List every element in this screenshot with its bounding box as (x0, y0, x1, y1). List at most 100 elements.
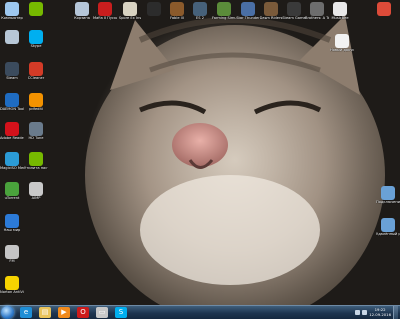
desktop-icon-adobe-reader[interactable]: Adobe Reader XI (0, 122, 24, 140)
clock[interactable]: 19:22 12.09.2016 (369, 307, 391, 317)
desktop-icon-label: Удалённый рабочий стол (376, 232, 400, 236)
desktop-icon-daemon-tools[interactable]: DAEMON Tools Lite (0, 93, 24, 111)
aimp-icon (29, 182, 43, 196)
desktop-icon-farming-sim[interactable]: Farming Simulator (212, 2, 236, 20)
desktop-icon-star-thunder[interactable]: Star Thunder (236, 2, 260, 20)
desktop-icon-label: Корзина (74, 16, 90, 20)
desktop-icon-document[interactable]: Новый документ (330, 34, 354, 52)
desktop-icon-label: ES 2 (196, 16, 204, 20)
desktop-icon-label: Norton AntiVirus (0, 290, 24, 294)
desktop-icon-label: Dawn Riders (259, 16, 283, 20)
adobe-reader-icon (5, 122, 19, 136)
recycle-bin-icon (5, 30, 19, 44)
desktop-icon-spore[interactable]: Spore Ex Ins (118, 2, 142, 20)
desktop-icon-recycle-bin[interactable] (0, 30, 24, 44)
mafia-icon (98, 2, 112, 16)
folder-manager-icon (5, 245, 19, 259)
skype-taskbar-icon[interactable]: S (115, 307, 127, 318)
recycle-bin-icon (75, 2, 89, 16)
desktop-icon-computer[interactable]: Компьютер (0, 2, 24, 20)
desktop-icon-skype[interactable]: Skype (24, 30, 48, 48)
desktop-icon-ccleaner[interactable]: CCleaner (24, 62, 48, 80)
game-icon (147, 2, 161, 16)
desktop-icon-steam-game[interactable]: Steam Game (282, 2, 306, 20)
desktop-icon-brothers[interactable]: Brothers: A Tale of Two Sons (305, 2, 329, 20)
volume-tray-icon[interactable] (362, 310, 368, 315)
desktop-icon-mafia[interactable]: Mafia II Пуски (93, 2, 117, 20)
desktop-icon-pdf-editor[interactable]: pdfediti (24, 93, 48, 111)
desktop-icon-label: Steam (6, 76, 18, 80)
clock-date: 12.09.2016 (369, 311, 391, 317)
skype-icon (29, 30, 43, 44)
desktop-icon-label: Farming Simulator (212, 16, 236, 20)
desktop-icon-aimp[interactable]: AIMP (24, 182, 48, 200)
desktop-icon-norton[interactable]: Norton AntiVirus (0, 276, 24, 294)
utorrent-icon (5, 182, 19, 196)
desktop-icon-label: HD Tune (28, 136, 44, 140)
desktop-icon-label: MagicISO Mediabox (0, 166, 24, 170)
desktop-icon-label: Наш мир (3, 228, 21, 232)
steam-icon (5, 62, 19, 76)
desktop-icon-google-chrome[interactable] (372, 2, 396, 16)
desktop-icon-label: Компьютер (1, 16, 23, 20)
desktop-icon-utorrent[interactable]: uTorrent (0, 182, 24, 200)
network-tray-icon[interactable] (355, 310, 361, 315)
network-icon (381, 186, 395, 200)
desktop-icon-label: AIMP (31, 196, 41, 200)
desktop-icon-label: Spore Ex Ins (118, 16, 142, 20)
fable-icon (170, 2, 184, 16)
musicbee-icon (333, 2, 347, 16)
desktop-icon-label: Утилита настройки (24, 166, 48, 170)
internet-explorer-icon[interactable]: e (20, 307, 32, 318)
desktop-icon-label: DAEMON Tools Lite (0, 107, 24, 111)
files-icon[interactable]: ▭ (96, 307, 108, 318)
pdf-editor-icon (29, 93, 43, 107)
taskbar: e ▤ ▶ O ▭ S 19:22 12.09.2016 (0, 305, 400, 319)
norton-icon (5, 276, 19, 290)
desktop-icon-remote-desktop[interactable]: Удалённый рабочий стол (376, 218, 400, 236)
explorer-folder-icon[interactable]: ▤ (39, 307, 51, 318)
desktop-icon-fable[interactable]: Fable III (165, 2, 189, 20)
desktop-icon-game[interactable] (142, 2, 166, 16)
magiciso-icon (5, 152, 19, 166)
desktop-icon-label: uTorrent (4, 196, 20, 200)
desktop-icon-label: Star Thunder (236, 16, 260, 20)
desktop-icon-label: MusicBee (331, 16, 349, 20)
media-player-icon[interactable]: ▶ (58, 307, 70, 318)
daemon-tools-icon (5, 93, 19, 107)
desktop-icon-dawn-riders[interactable]: Dawn Riders (259, 2, 283, 20)
remote-desktop-icon (381, 218, 395, 232)
desktop-icon-es[interactable]: ES 2 (188, 2, 212, 20)
desktop-icon-social[interactable]: Наш мир (0, 214, 24, 232)
dawn-riders-icon (264, 2, 278, 16)
desktop-icon-network[interactable]: Подключение к сети (376, 186, 400, 204)
desktop-icon-label: Adobe Reader XI (0, 136, 24, 140)
desktop-icon-label: Подключение к сети (376, 200, 400, 204)
spore-icon (123, 2, 137, 16)
start-button[interactable] (1, 306, 14, 319)
desktop-icon-label: Mafia II Пуски (93, 16, 117, 20)
nvidia-icon (29, 2, 43, 16)
es-icon (193, 2, 207, 16)
desktop: e ▤ ▶ O ▭ S 19:22 12.09.2016 Компьютер Skype St… (0, 0, 400, 319)
star-thunder-icon (241, 2, 255, 16)
desktop-icon-label: Fable III (170, 16, 184, 20)
desktop-icon-steam[interactable]: Steam (0, 62, 24, 80)
desktop-icon-hdtune[interactable]: HD Tune (24, 122, 48, 140)
desktop-icon-label: FM (9, 259, 15, 263)
opera-icon[interactable]: O (77, 307, 89, 318)
system-tray: 19:22 12.09.2016 (355, 306, 398, 319)
computer-icon (5, 2, 19, 16)
brothers-icon (310, 2, 324, 16)
desktop-icon-label: pdfediti (29, 107, 43, 111)
desktop-icon-recycle-bin[interactable]: Корзина (70, 2, 94, 20)
desktop-icon-magiciso[interactable]: MagicISO Mediabox (0, 152, 24, 170)
desktop-icon-label: Skype (30, 44, 42, 48)
desktop-icon-nvidia[interactable] (24, 2, 48, 16)
nvidia-settings-icon (29, 152, 43, 166)
desktop-icon-label: Brothers: A Tale of Two Sons (305, 16, 329, 20)
desktop-icon-nvidia-settings[interactable]: Утилита настройки (24, 152, 48, 170)
desktop-icon-folder-manager[interactable]: FM (0, 245, 24, 263)
show-desktop-button[interactable] (393, 306, 398, 319)
desktop-icon-musicbee[interactable]: MusicBee (328, 2, 352, 20)
